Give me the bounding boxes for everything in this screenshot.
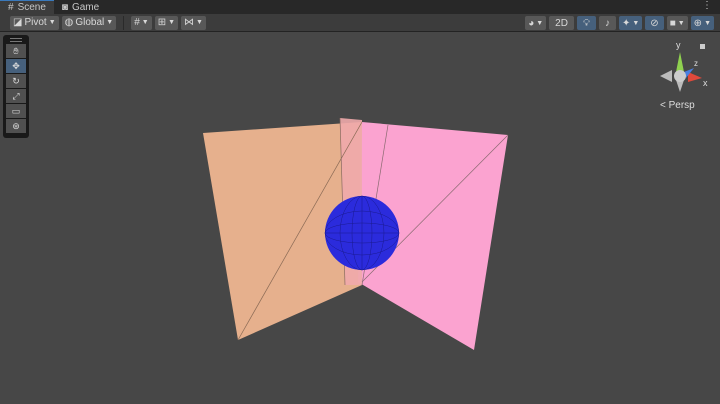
rect-tool[interactable]: ▭ [6, 104, 26, 118]
rotate-icon: ↻ [12, 75, 20, 86]
scale-icon: ⤢ [12, 90, 20, 101]
drag-handle[interactable] [10, 38, 22, 42]
orientation-gizmo[interactable]: y x z [660, 40, 708, 92]
tools-overlay: ✋︎ ✥ ↻ ⤢ ▭ ⊛ [3, 35, 29, 138]
hand-tool[interactable]: ✋︎ [6, 44, 26, 58]
lock-icon[interactable] [700, 44, 705, 49]
move-tool[interactable]: ✥ [6, 59, 26, 73]
transform-icon: ⊛ [12, 120, 20, 131]
axis-y-label: y [676, 40, 681, 50]
projection-toggle[interactable]: < Persp [660, 100, 695, 111]
rotate-tool[interactable]: ↻ [6, 74, 26, 88]
rect-icon: ▭ [11, 105, 21, 116]
scene-viewport[interactable]: y x z [0, 0, 720, 404]
hand-icon: ✋︎ [13, 45, 19, 56]
transform-tool[interactable]: ⊛ [6, 119, 26, 133]
axis-z-label: z [694, 59, 698, 68]
move-icon: ✥ [12, 60, 20, 71]
axis-x-label: x [703, 78, 708, 88]
scale-tool[interactable]: ⤢ [6, 89, 26, 103]
